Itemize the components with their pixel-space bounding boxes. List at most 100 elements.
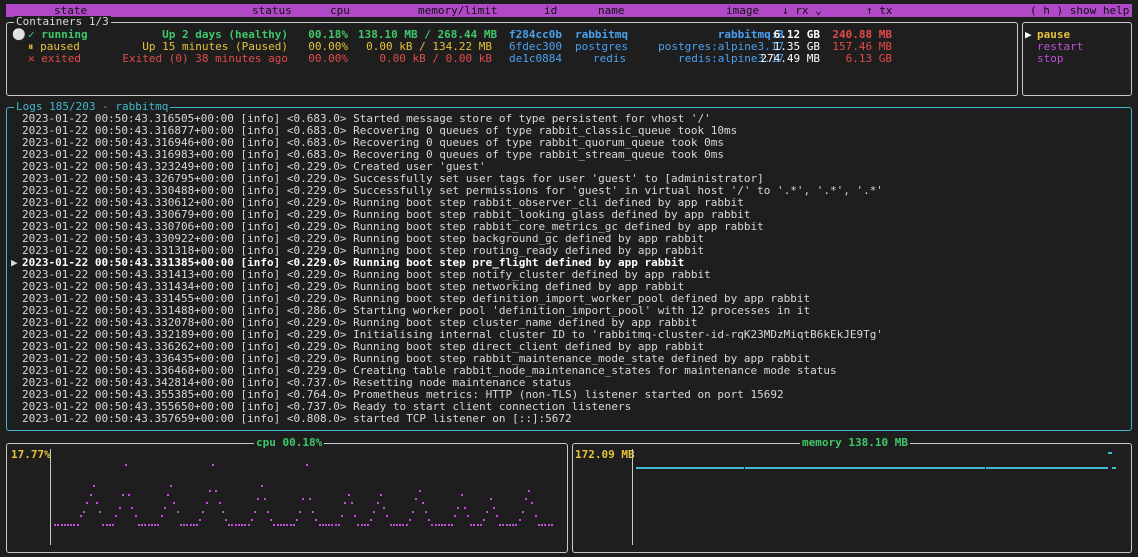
chart-point [176,510,179,513]
chart-point [405,523,408,526]
chart-point [454,515,456,518]
chart-point [492,506,495,509]
header-cpu[interactable]: cpu [330,4,350,17]
chart-point [163,506,166,509]
chart-point [373,510,376,513]
chart-point [425,510,427,513]
chart-point [537,523,540,526]
header-status[interactable]: status [252,4,292,17]
chart-point [344,502,347,505]
chart-point [270,519,273,522]
chart-point [350,502,353,505]
chart-point [325,523,327,526]
chart-point [279,523,282,526]
help-hint[interactable]: ( h ) show help [1030,4,1129,17]
chart-point [131,506,134,509]
chart-point [99,510,102,513]
chart-point [547,523,550,526]
chart-point [363,523,366,526]
chart-point [402,523,405,526]
chart-point [447,523,450,526]
chart-point [173,502,176,505]
chart-point [60,523,63,526]
command-stop[interactable]: stop [1037,53,1064,65]
chart-point [534,515,537,518]
chart-point [302,498,305,501]
container-status: Exited (0) 38 minutes ago [122,52,288,65]
chart-point [441,523,444,526]
cpu-plot-area [54,452,554,528]
chart-point [541,523,544,526]
container-rx: 274.49 MB [760,52,820,65]
chart-point [83,510,85,513]
chart-point [205,502,208,505]
chart-point [202,510,205,513]
chart-point [512,523,515,526]
memory-chart-axis [632,449,633,545]
header-id[interactable]: id [544,4,557,17]
container-row-exited[interactable]: ✕ exited Exited (0) 38 minutes ago 00.00… [12,53,1002,65]
chart-point [392,523,395,526]
chart-point [157,523,160,526]
chart-point [531,502,534,505]
chart-point [137,523,140,526]
chart-point [370,519,373,522]
chart-point [470,523,473,526]
chart-point [489,498,492,501]
header-image[interactable]: image [726,4,759,17]
chart-point [260,485,263,488]
command-cursor-icon: ▶ [1025,28,1032,41]
memory-chart-max-label: 172.09 MB [575,448,635,461]
chart-point [347,493,350,496]
chart-point [521,510,524,513]
chart-point [421,502,424,505]
chart-point [108,523,111,526]
header-name[interactable]: name [598,4,625,17]
chart-point [54,523,56,526]
chart-point [179,523,182,526]
chart-point [192,523,195,526]
chart-point [305,463,308,466]
chart-point [525,498,527,501]
chart-point [134,515,137,518]
chart-point [412,510,415,513]
chart-point [331,523,334,526]
chart-point [150,523,153,526]
header-memory[interactable]: memory/limit [418,4,497,17]
chart-point [483,519,485,522]
chart-point [118,506,121,509]
chart-point [515,523,518,526]
chart-point [466,515,469,518]
chart-point [266,510,269,513]
chart-point [334,523,337,526]
header-rx[interactable]: ↓ rx ⌄ [782,4,822,17]
chart-point [1114,467,1116,469]
chart-point [95,502,98,505]
chart-point [115,515,118,518]
memory-plot-area [636,452,1116,528]
chart-point [228,523,231,526]
container-state: ✕ exited [28,52,81,65]
chart-point [186,523,189,526]
header-tx[interactable]: ↑ tx [866,4,893,17]
chart-point [215,489,218,492]
chart-point [434,523,437,526]
chart-point [457,506,460,509]
container-memory: 0.00 kB / 0.00 kB [379,52,492,65]
chart-point [315,519,318,522]
chart-point [247,523,250,526]
chart-point [528,489,531,492]
chart-point [495,515,498,518]
chart-point [399,523,402,526]
chart-point [366,523,369,526]
chart-point [286,523,289,526]
chart-point [502,523,505,526]
chart-point [289,523,292,526]
chart-point [389,523,392,526]
chart-point [63,523,66,526]
chart-point [189,523,192,526]
log-line[interactable]: 2023-01-22 00:50:43.357659+00:00 [info] … [22,413,572,425]
chart-point [79,515,82,518]
chart-point [444,523,447,526]
chart-point [354,515,356,518]
